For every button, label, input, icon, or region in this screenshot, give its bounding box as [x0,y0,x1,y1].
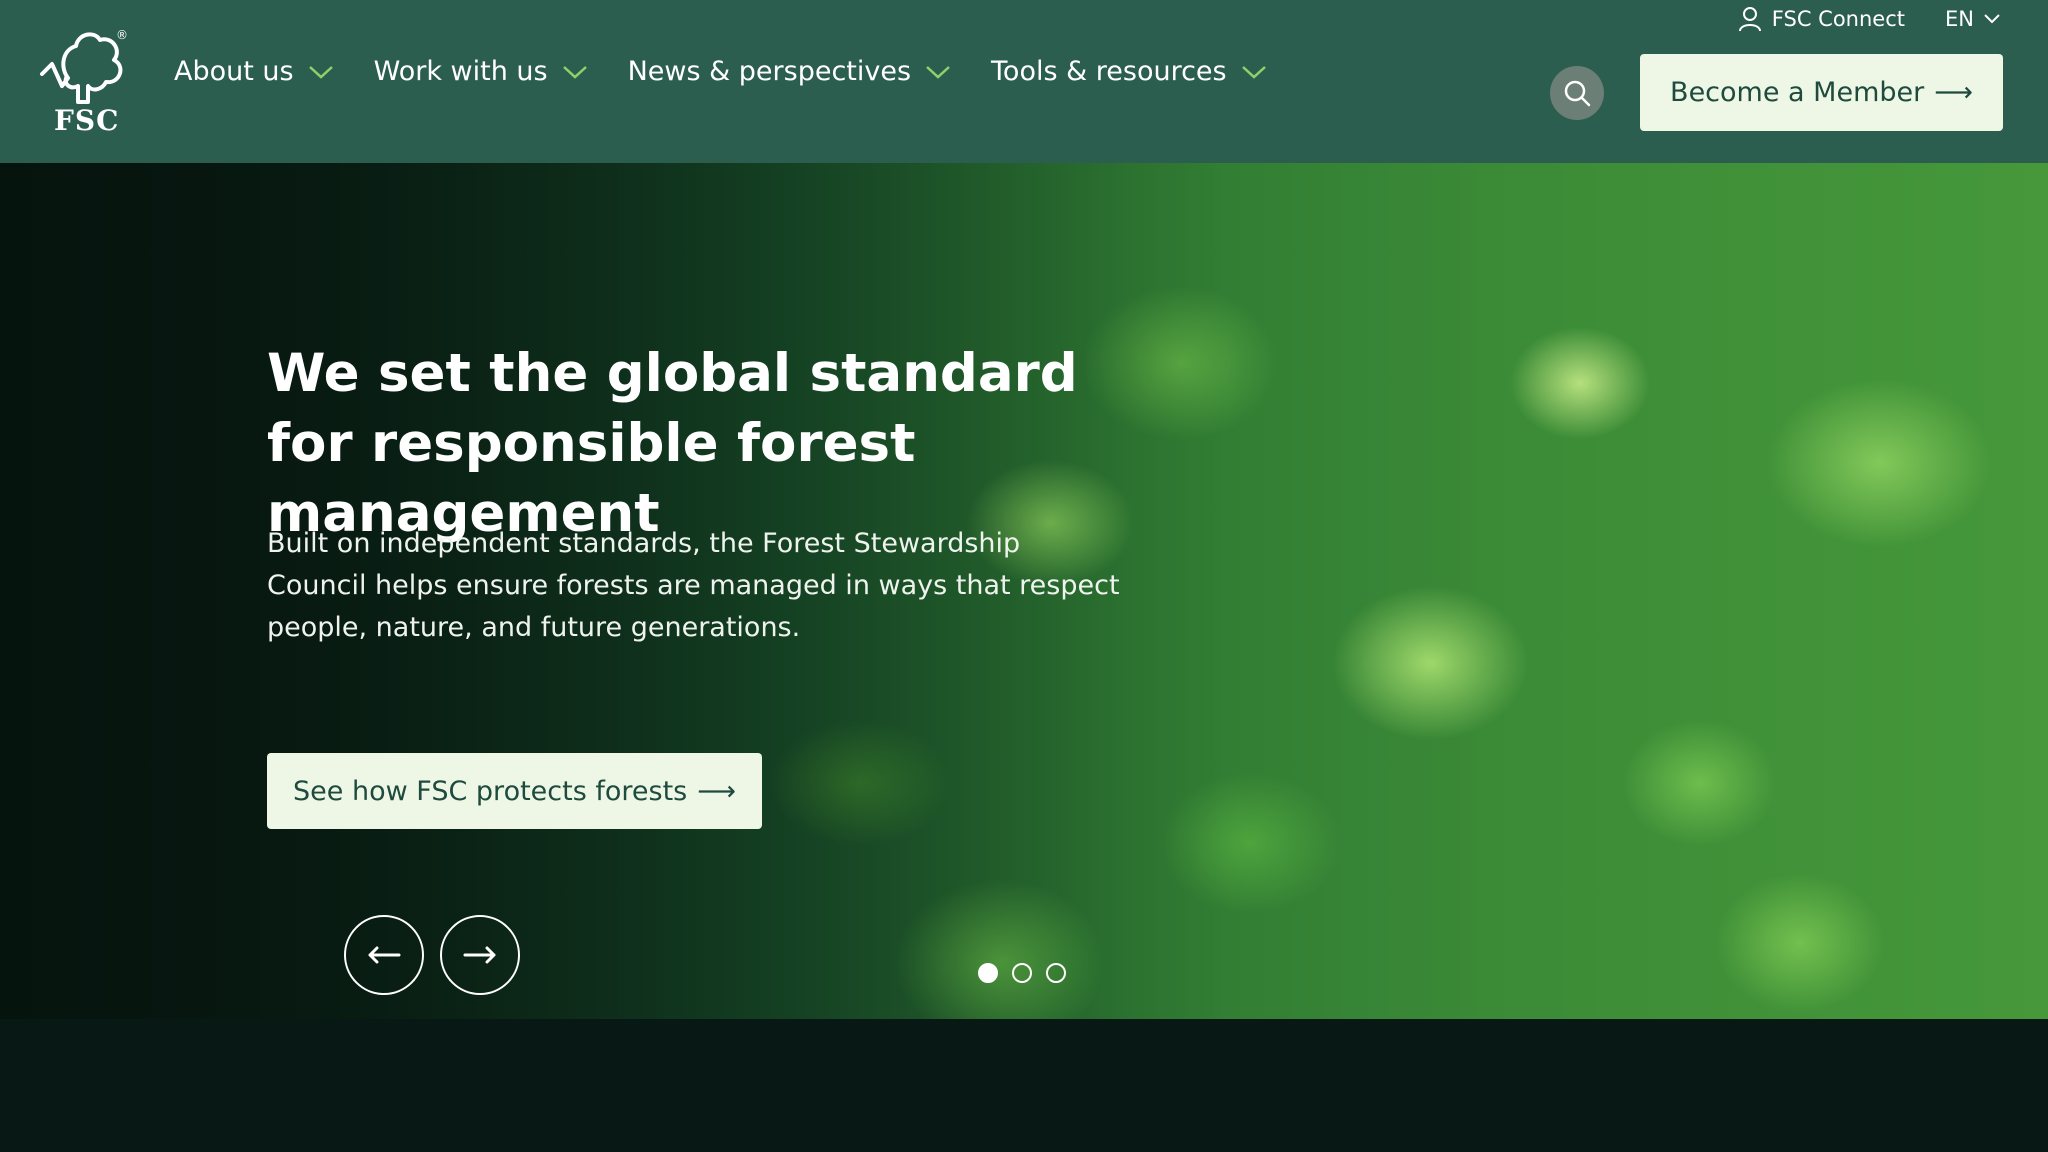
nav-item-about-us[interactable]: About us [174,56,334,87]
arrow-left-icon [368,946,401,964]
carousel-dots [978,963,1066,983]
fsc-connect-label: FSC Connect [1771,7,1906,31]
carousel-next-button[interactable] [440,915,520,995]
nav-item-news-perspectives[interactable]: News & perspectives [628,56,951,87]
nav-item-tools-resources[interactable]: Tools & resources [991,56,1267,87]
chevron-down-icon [1984,14,2000,24]
become-member-label: Become a Member [1670,77,1925,108]
nav-item-label: Tools & resources [991,56,1227,87]
arrow-right-icon [463,946,496,964]
chevron-down-icon [1241,65,1266,79]
registered-mark: ® [116,28,128,42]
hero-carousel: We set the global standard for responsib… [0,163,2048,1019]
chevron-down-icon [562,65,587,79]
chevron-down-icon [926,65,950,79]
nav-item-label: News & perspectives [627,56,912,87]
language-label: EN [1945,7,1974,31]
hero-title: We set the global standard for responsib… [267,343,1078,544]
chevron-down-icon [308,65,333,79]
utility-nav: FSC Connect EN [1738,6,2000,32]
language-selector[interactable]: EN [1945,7,2000,31]
main-nav: About us Work with us News & perspective… [174,56,1267,87]
user-icon [1738,7,1761,32]
carousel-dot-1[interactable] [978,963,998,983]
fsc-connect-link[interactable]: FSC Connect [1738,6,1905,32]
nav-item-label: About us [174,56,294,87]
hero-description: Built on independent standards, the Fore… [267,528,1120,643]
arrow-right-icon: ⟶ [1934,77,1973,108]
page-below-hero [0,1019,2048,1152]
carousel-dot-3[interactable] [1046,963,1066,983]
carousel-dot-2[interactable] [1012,963,1032,983]
logo-text: FSC [54,104,120,137]
nav-item-label: Work with us [373,56,548,87]
search-button[interactable] [1550,66,1604,120]
nav-item-work-with-us[interactable]: Work with us [374,56,588,87]
site-header: ® FSC About us Work with us News & persp… [0,0,2048,163]
fsc-logo[interactable]: ® FSC [38,28,130,138]
become-member-button[interactable]: Become a Member ⟶ [1640,54,2003,131]
search-icon [1564,80,1591,107]
cta-label: See how FSC protects forests [293,775,688,807]
carousel-prev-button[interactable] [344,915,424,995]
see-how-fsc-protects-button[interactable]: See how FSC protects forests ⟶ [267,753,762,829]
arrow-right-icon: ⟶ [697,775,736,807]
